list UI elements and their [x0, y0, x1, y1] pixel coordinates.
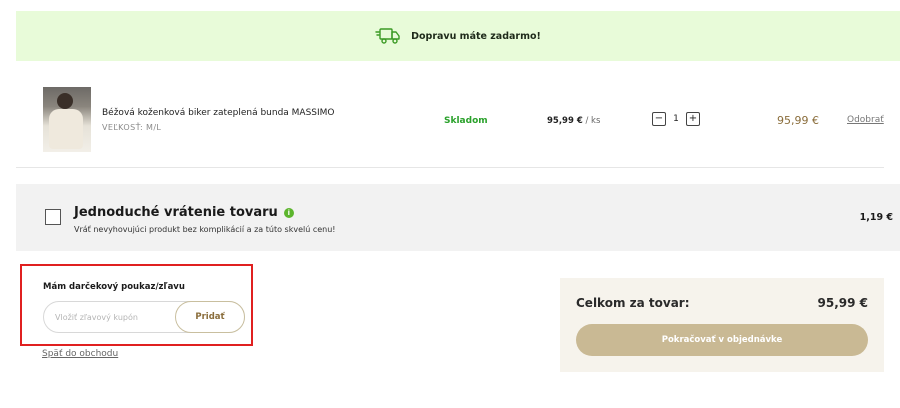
easy-return-option: Jednoduché vrátenie tovaru i Vráť nevyho…: [16, 184, 900, 251]
unit-price-amount: 95,99 €: [547, 116, 583, 126]
remove-item-link[interactable]: Odobrať: [847, 115, 884, 125]
total-value: 95,99 €: [817, 296, 868, 310]
easy-return-title: Jednoduché vrátenie tovaru i: [74, 205, 294, 220]
quantity-stepper: − 1 +: [652, 111, 700, 127]
order-summary: Celkom za tovar: 95,99 € Pokračovať v ob…: [560, 278, 884, 372]
coupon-field-wrapper: Pridať: [43, 301, 245, 333]
easy-return-checkbox[interactable]: [45, 209, 61, 225]
apply-coupon-button[interactable]: Pridať: [175, 301, 245, 333]
coupon-input[interactable]: [44, 302, 174, 332]
truck-icon: [375, 26, 401, 46]
decrease-quantity-button[interactable]: −: [652, 112, 666, 126]
easy-return-title-text: Jednoduché vrátenie tovaru: [74, 205, 278, 220]
product-name[interactable]: Béžová koženková biker zateplená bunda M…: [102, 108, 335, 118]
free-shipping-banner: Dopravu máte zadarmo!: [16, 11, 900, 61]
unit-price-suffix: / ks: [582, 116, 601, 126]
cart-page: Dopravu máte zadarmo! Béžová koženková b…: [0, 0, 900, 408]
easy-return-description: Vráť nevyhovujúci produkt bez komplikáci…: [74, 225, 336, 234]
total-label: Celkom za tovar:: [576, 296, 690, 310]
line-total: 95,99 €: [777, 114, 819, 127]
quantity-value[interactable]: 1: [672, 114, 680, 124]
info-icon[interactable]: i: [283, 207, 294, 218]
increase-quantity-button[interactable]: +: [686, 112, 700, 126]
free-shipping-text: Dopravu máte zadarmo!: [411, 30, 541, 42]
coupon-title: Mám darčekový poukaz/zľavu: [43, 282, 185, 292]
product-thumbnail[interactable]: [43, 87, 91, 152]
continue-checkout-button[interactable]: Pokračovať v objednávke: [576, 324, 868, 356]
coupon-section: Mám darčekový poukaz/zľavu Pridať: [20, 264, 253, 346]
product-variant: VEĽKOSŤ: M/L: [102, 123, 162, 132]
unit-price: 95,99 € / ks: [547, 116, 600, 126]
back-to-shop-link[interactable]: Späť do obchodu: [42, 349, 118, 359]
easy-return-price: 1,19 €: [859, 212, 893, 223]
availability-status: Skladom: [444, 116, 488, 126]
cart-item-row: Béžová koženková biker zateplená bunda M…: [16, 62, 884, 168]
